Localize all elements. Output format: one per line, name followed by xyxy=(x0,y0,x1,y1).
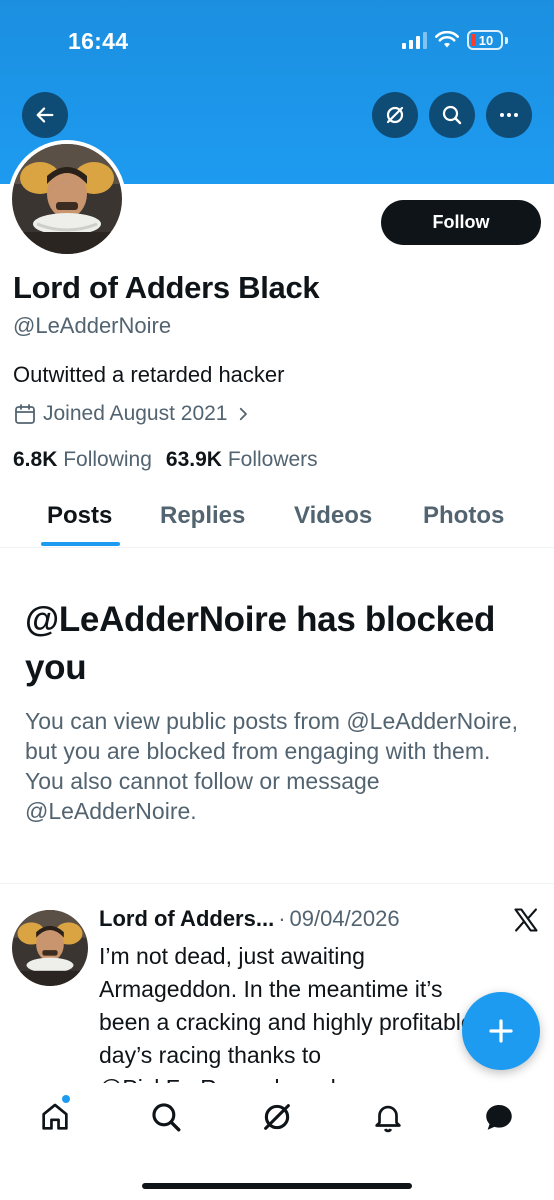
tab-photos[interactable]: Photos xyxy=(423,502,504,530)
x-logo-icon xyxy=(514,908,538,932)
following-label: Following xyxy=(63,448,152,471)
post-header: Lord of Adders... · 09/04/2026 xyxy=(99,906,400,932)
following-stat[interactable]: 6.8K Following xyxy=(13,448,152,472)
profile-bio: Outwitted a retarded hacker xyxy=(13,362,285,387)
tab-posts[interactable]: Posts xyxy=(47,502,112,530)
followers-stat[interactable]: 63.9K Followers xyxy=(166,448,318,472)
following-count: 6.8K xyxy=(13,448,58,471)
tab-replies[interactable]: Replies xyxy=(160,502,245,530)
back-button[interactable] xyxy=(22,92,68,138)
wifi-icon xyxy=(435,31,459,48)
avatar-image xyxy=(12,144,122,254)
nav-search[interactable] xyxy=(146,1097,186,1137)
post-author[interactable]: Lord of Adders... xyxy=(99,906,274,932)
blocked-title: @LeAdderNoire has blocked you xyxy=(25,600,496,687)
chevron-right-icon xyxy=(239,407,247,421)
status-time: 16:44 xyxy=(68,28,129,54)
joined-date-row[interactable]: Joined August 2021 xyxy=(13,402,252,426)
post-separator: · xyxy=(278,906,286,931)
divider xyxy=(0,883,554,884)
battery-icon: 10 xyxy=(467,30,503,50)
nav-home[interactable] xyxy=(35,1097,75,1137)
followers-label: Followers xyxy=(227,448,318,471)
post-text[interactable]: I’m not dead, just awaiting Armageddon. … xyxy=(99,940,499,1085)
blocked-description: You can view public posts from @LeAdderN… xyxy=(25,708,518,824)
status-icons: 10 xyxy=(402,30,508,50)
bell-icon xyxy=(375,1105,401,1133)
follow-button[interactable]: Follow xyxy=(381,200,541,245)
post-avatar[interactable] xyxy=(12,910,88,986)
grok-icon xyxy=(264,1104,290,1130)
battery-level: 10 xyxy=(478,32,494,48)
arrow-left-icon xyxy=(36,107,54,123)
signal-icon xyxy=(402,31,427,49)
followers-count: 63.9K xyxy=(165,448,222,471)
nav-grok[interactable] xyxy=(257,1097,297,1137)
search-icon xyxy=(442,105,462,125)
joined-date: Joined August 2021 xyxy=(43,402,228,425)
grok-icon xyxy=(386,106,404,124)
display-name: Lord of Adders Black xyxy=(13,270,320,305)
grok-button[interactable] xyxy=(372,92,418,138)
post-date: 09/04/2026 xyxy=(289,906,400,931)
search-icon xyxy=(152,1103,181,1132)
profile-tabs: Posts Replies Videos Photos xyxy=(0,490,554,548)
nav-notifications[interactable] xyxy=(368,1097,408,1137)
nav-messages[interactable] xyxy=(479,1097,519,1137)
profile-avatar[interactable] xyxy=(8,140,126,258)
tab-videos[interactable]: Videos xyxy=(294,502,372,530)
active-tab-indicator xyxy=(41,542,120,546)
home-indicator xyxy=(142,1183,412,1189)
home-icon xyxy=(42,1103,68,1130)
notification-dot xyxy=(62,1095,70,1103)
more-button[interactable] xyxy=(486,92,532,138)
profile-handle: @LeAdderNoire xyxy=(13,313,172,338)
calendar-icon xyxy=(15,404,35,424)
plus-icon xyxy=(489,1019,513,1043)
follow-stats: 6.8K Following 63.9K Followers xyxy=(13,448,318,472)
messages-icon xyxy=(486,1104,512,1130)
search-button[interactable] xyxy=(429,92,475,138)
compose-button[interactable] xyxy=(462,992,540,1070)
more-icon xyxy=(500,113,518,117)
